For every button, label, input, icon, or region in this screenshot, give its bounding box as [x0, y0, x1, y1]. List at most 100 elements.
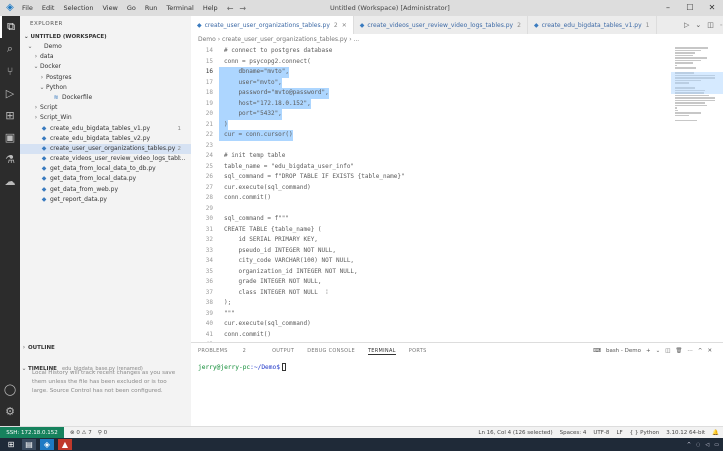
indentation[interactable]: Spaces: 4 [560, 430, 587, 436]
explorer-icon[interactable]: ⧉ [0, 16, 20, 38]
close-icon[interactable]: ✕ [342, 22, 347, 29]
docker-icon[interactable]: ☁ [0, 170, 20, 192]
close-panel-icon[interactable]: ✕ [708, 348, 713, 354]
clock-icon[interactable]: ▭ [714, 442, 719, 448]
network-icon[interactable]: ◌ [696, 442, 700, 448]
tree-item[interactable]: ◆ create_videos_user_review_video_logs_ta… [20, 154, 191, 164]
tab-create-user-tables[interactable]: ◆ create_user_user_organizations_tables.… [191, 16, 354, 34]
menu-view[interactable]: View [102, 4, 117, 12]
volume-icon[interactable]: ◁ [705, 442, 709, 448]
tree-item[interactable]: ≋ Dockerfile [20, 93, 191, 103]
more-actions-icon[interactable]: ⋯ [687, 348, 693, 354]
forward-arrow-icon[interactable]: → [239, 4, 246, 13]
code-line[interactable]: 41 conn.commit() [191, 330, 671, 341]
tree-item[interactable]: ◆ get_data_from_local_data_to_db.py [20, 164, 191, 174]
remote-explorer-icon[interactable]: ▣ [0, 126, 20, 148]
code-line[interactable]: 14 # connect to postgres database [191, 46, 671, 57]
menu-run[interactable]: Run [145, 4, 157, 12]
tab-output[interactable]: OUTPUT [272, 348, 294, 354]
chevron-down-icon[interactable]: ⌄ [695, 21, 701, 29]
code-line[interactable]: 26 sql_command = f"DROP TABLE IF EXISTS {… [191, 172, 671, 183]
tree-item[interactable]: ◆ get_data_from_local_data.py [20, 174, 191, 184]
tree-item[interactable]: › Script_Win [20, 113, 191, 123]
code-line[interactable]: 35 organization_id INTEGER NOT NULL, [191, 267, 671, 278]
code-line[interactable]: 31 CREATE TABLE {table_name} ( [191, 225, 671, 236]
tree-item[interactable]: › data [20, 52, 191, 62]
tree-item[interactable]: ◆ create_user_user_organizations_tables.p… [20, 143, 191, 155]
maximize-icon[interactable]: ☐ [679, 0, 701, 16]
terminal-prompt[interactable]: jerry@jerry-pc:~/Demo$ [198, 363, 286, 371]
source-control-icon[interactable]: ⑂ [0, 60, 20, 82]
code-line[interactable]: 37 class INTEGER NOT NULL ⁞ [191, 288, 671, 299]
start-menu-icon[interactable]: ⊞ [4, 439, 18, 450]
tree-item[interactable]: › Script [20, 103, 191, 113]
encoding[interactable]: UTF-8 [593, 430, 609, 436]
maximize-panel-icon[interactable]: ^ [698, 348, 703, 354]
tree-item[interactable]: ◆ get_data_from_web.py [20, 185, 191, 195]
tab-terminal[interactable]: TERMINAL [367, 348, 396, 355]
code-line[interactable]: 28 conn.commit() [191, 193, 671, 204]
breadcrumb[interactable]: Demo › create_user_user_organizations_ta… [191, 34, 723, 46]
minimize-icon[interactable]: – [657, 0, 679, 16]
run-icon[interactable]: ▷ [684, 21, 689, 29]
code-line[interactable]: 27 cur.execute(sql_command) [191, 183, 671, 194]
minimap[interactable] [671, 46, 723, 342]
code-line[interactable]: 24 # init temp table [191, 151, 671, 162]
run-debug-icon[interactable]: ▷ [0, 82, 20, 104]
tab-debug-console[interactable]: DEBUG CONSOLE [307, 348, 355, 354]
search-icon[interactable]: ⌕ [0, 38, 20, 60]
code-line[interactable]: 17 user="mvto", [191, 77, 671, 88]
code-line[interactable]: 40 cur.execute(sql_command) [191, 319, 671, 330]
tree-item[interactable]: ⌄ Python [20, 83, 191, 93]
code-line[interactable]: 20 port="5432", [191, 109, 671, 120]
tree-item[interactable]: ⌄ Docker [20, 62, 191, 72]
tab-problems[interactable]: PROBLEMS 2 [198, 348, 259, 354]
tree-item[interactable]: ◆ get_report_data.py [20, 195, 191, 205]
code-line[interactable]: 25 table_name = "edu_bigdata_user_info" [191, 162, 671, 173]
cursor-position[interactable]: Ln 16, Col 4 (126 selected) [478, 430, 552, 436]
tab-create-videos-tables[interactable]: ◆ create_videos_user_review_video_logs_t… [354, 16, 528, 34]
code-line[interactable]: 21) [191, 119, 671, 130]
menu-help[interactable]: Help [203, 4, 218, 12]
chevron-down-icon[interactable]: ⌄ [656, 348, 661, 354]
notifications-bell-icon[interactable]: 🔔 [712, 430, 719, 436]
vscode-taskbar-icon[interactable]: ◈ [40, 439, 54, 450]
tree-item[interactable]: ⌄ Demo [20, 42, 191, 52]
code-line[interactable]: 29 [191, 204, 671, 215]
code-line[interactable]: 34 city_code VARCHAR(100) NOT NULL, [191, 256, 671, 267]
extensions-icon[interactable]: ⊞ [0, 104, 20, 126]
menu-go[interactable]: Go [127, 4, 136, 12]
end-of-line[interactable]: LF [616, 430, 622, 436]
menu-file[interactable]: File [22, 4, 33, 12]
python-interpreter[interactable]: 3.10.12 64-bit [666, 430, 705, 436]
code-line[interactable]: 36 grade INTEGER NOT NULL, [191, 277, 671, 288]
remote-indicator[interactable]: SSH: 172.18.0.152 [0, 426, 64, 439]
code-editor[interactable]: 14 # connect to postgres database 15 conn =… [191, 46, 671, 342]
tree-item[interactable]: ◆ create_edu_bigdata_tables_v1.py 1 [20, 124, 191, 134]
close-icon[interactable]: ✕ [701, 0, 723, 16]
pdf-app-icon[interactable]: ▲ [58, 439, 72, 450]
terminal-name[interactable]: bash - Demo [606, 348, 641, 354]
menu-terminal[interactable]: Terminal [166, 4, 193, 12]
tree-item[interactable]: › Postgres [20, 73, 191, 83]
code-line[interactable]: 38); [191, 298, 671, 309]
code-line[interactable]: 18 password="mvto@password", [191, 88, 671, 99]
chevron-up-icon[interactable]: ^ [687, 442, 691, 448]
problems-indicator[interactable]: ⊗ 0 ⚠ 7 [70, 430, 92, 436]
menu-selection[interactable]: Selection [63, 4, 93, 12]
split-editor-icon[interactable]: ◫ [707, 21, 714, 29]
account-icon[interactable]: ◯ [0, 378, 20, 400]
workspace-section[interactable]: ⌄ UNTITLED (WORKSPACE) [20, 32, 191, 42]
code-line[interactable]: 23 [191, 141, 671, 152]
back-arrow-icon[interactable]: ← [227, 4, 234, 13]
ports-indicator[interactable]: ⚲ 0 [98, 430, 107, 436]
tree-item[interactable]: ◆ create_edu_bigdata_tables_v2.py [20, 134, 191, 144]
code-line[interactable]: 15 conn = psycopg2.connect( [191, 57, 671, 68]
trash-icon[interactable]: 🗑 [675, 348, 682, 354]
code-line[interactable]: 39 """ [191, 309, 671, 320]
code-line[interactable]: 32 id SERIAL PRIMARY KEY, [191, 235, 671, 246]
tab-ports[interactable]: PORTS [409, 348, 427, 354]
code-line[interactable]: 16 dbname="mvto", [191, 67, 671, 78]
tab-create-edu-tables-v1[interactable]: ◆ create_edu_bigdata_tables_v1.py 1 [528, 16, 657, 34]
settings-gear-icon[interactable]: ⚙ [0, 400, 20, 422]
